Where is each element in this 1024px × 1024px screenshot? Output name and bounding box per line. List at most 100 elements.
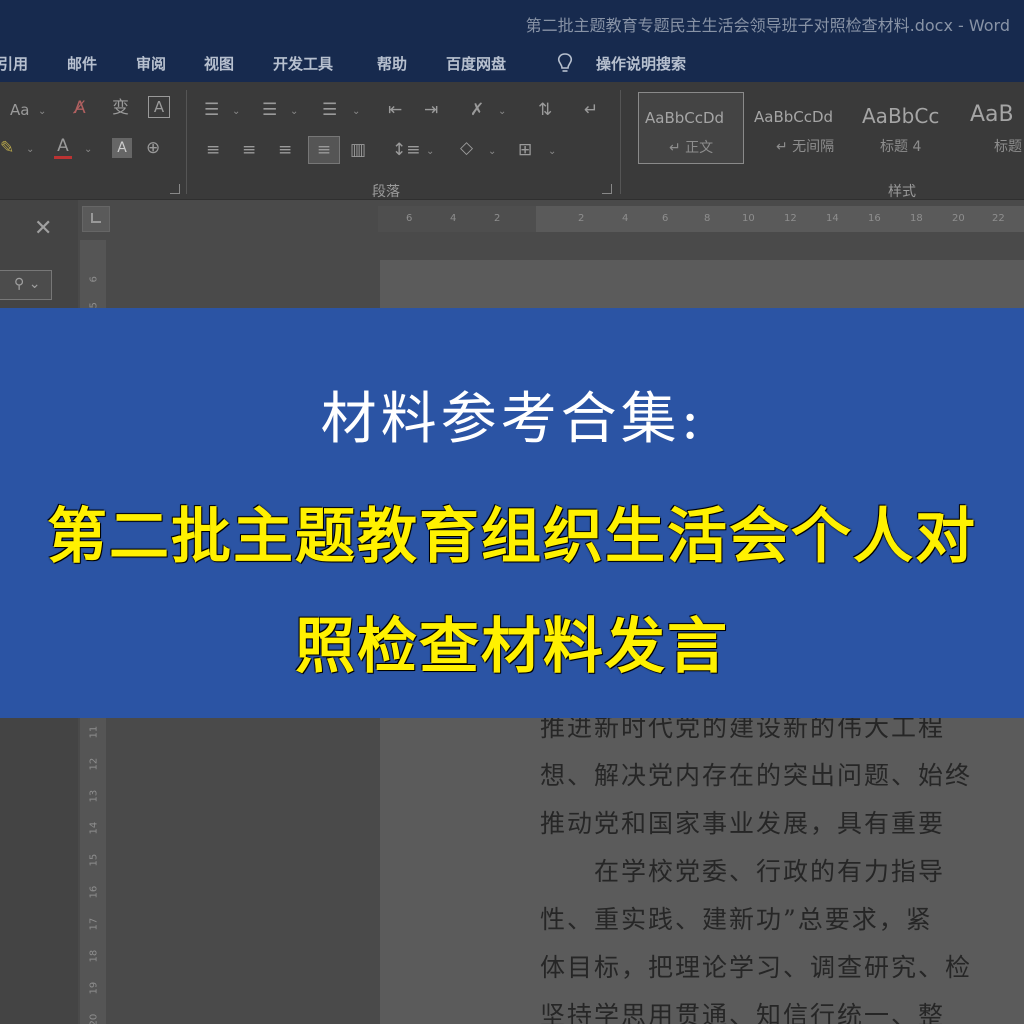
numbering-icon[interactable]: ☰	[262, 100, 277, 120]
menu-help[interactable]: 帮助	[377, 53, 407, 74]
ruler-tick: 2	[578, 213, 585, 224]
ribbon: Aa ⌄ A̸ 变 A ✎ ⌄ A ⌄ A ⊕ ☰ ⌄ ☰ ⌄ ☰ ⌄ ⇤ ⇥ …	[0, 82, 1024, 200]
distributed-icon[interactable]: ▥	[350, 140, 366, 160]
style-name: ↵ 无间隔	[776, 139, 835, 155]
chevron-down-icon: ⌄	[26, 144, 35, 155]
style-name: ↵ 正文	[669, 140, 714, 156]
styles-group-label: 样式	[888, 184, 916, 200]
ruler-tick: 13	[88, 789, 100, 803]
font-color-icon[interactable]: A	[54, 136, 72, 159]
asian-layout-icon[interactable]: ✗	[470, 100, 484, 120]
chevron-down-icon: ⌄	[498, 106, 507, 117]
align-right-icon[interactable]: ≡	[278, 140, 292, 160]
ruler-tick: 14	[88, 821, 100, 835]
horizontal-ruler[interactable]: 6 4 2 2 4 6 8 10 12 14 16 18 20 22	[378, 206, 1024, 232]
clear-format-icon[interactable]: A̸	[74, 98, 86, 118]
ruler-tick: 18	[910, 213, 923, 224]
style-sample: AaBbCcDd	[645, 109, 725, 127]
ruler-tick: 20	[952, 213, 965, 224]
ruler-tick: 10	[742, 213, 755, 224]
style-heading-4[interactable]: AaBbCc 标题 4	[858, 92, 964, 164]
chevron-down-icon: ⌄	[232, 106, 241, 117]
word-window: 第二批主题教育专题民主生活会领导班子对照检查材料.docx - Word 引用 …	[0, 0, 1024, 1024]
style-no-spacing[interactable]: AaBbCcDd ↵ 无间隔	[748, 92, 854, 164]
menu-mailings[interactable]: 邮件	[67, 53, 97, 74]
sort-icon[interactable]: ⇅	[538, 100, 552, 120]
ruler-tick: 22	[992, 213, 1005, 224]
align-center-icon[interactable]: ≡	[242, 140, 256, 160]
menu-bar: 引用 邮件 审阅 视图 开发工具 帮助 百度网盘 操作说明搜索	[0, 44, 1024, 82]
ruler-tick: 12	[784, 213, 797, 224]
line-spacing-icon[interactable]: ↕≡	[392, 140, 421, 160]
ruler-tick: 6	[88, 276, 100, 283]
ruler-tick: 19	[88, 981, 100, 995]
style-sample: AaBbCc	[862, 104, 940, 128]
character-shading-icon[interactable]: A	[112, 138, 132, 158]
ruler-tick: 11	[88, 725, 100, 739]
style-name: 标题	[994, 139, 1022, 155]
title-bar: 第二批主题教育专题民主生活会领导班子对照检查材料.docx - Word	[0, 0, 1024, 44]
chevron-down-icon: ⌄	[352, 106, 361, 117]
menu-references[interactable]: 引用	[0, 53, 28, 74]
ruler-tick: 6	[662, 213, 669, 224]
align-left-icon[interactable]: ≡	[206, 140, 220, 160]
ribbon-separator	[186, 90, 187, 194]
document-line: 体目标，把理论学习、调查研究、检	[540, 953, 973, 982]
ruler-tick: 14	[826, 213, 839, 224]
style-sample: AaBbCcDd	[754, 108, 834, 126]
decrease-indent-icon[interactable]: ⇤	[388, 100, 402, 120]
ruler-tick: 16	[88, 885, 100, 899]
show-marks-icon[interactable]: ↵	[584, 100, 598, 120]
font-dialog-launcher-icon[interactable]	[170, 184, 180, 194]
change-case-button[interactable]: Aa	[10, 100, 29, 120]
bullets-icon[interactable]: ☰	[204, 100, 219, 120]
document-line: 想、解决党内存在的突出问题、始终	[540, 761, 973, 790]
style-normal[interactable]: AaBbCcDd ↵ 正文	[638, 92, 744, 164]
menu-review[interactable]: 审阅	[136, 53, 166, 74]
ruler-margin	[378, 206, 536, 232]
ruler-tick: 5	[88, 302, 100, 309]
ruler-tick: 4	[622, 213, 629, 224]
document-line: 推动党和国家事业发展，具有重要	[540, 809, 946, 838]
increase-indent-icon[interactable]: ⇥	[424, 100, 438, 120]
chevron-down-icon: ⌄	[426, 146, 435, 157]
search-icon[interactable]: ⚲ ⌄	[0, 270, 52, 300]
multilevel-list-icon[interactable]: ☰	[322, 100, 337, 120]
highlight-icon[interactable]: ✎	[0, 138, 14, 158]
tab-selector[interactable]	[82, 206, 110, 232]
close-icon[interactable]: ✕	[34, 216, 52, 241]
justify-icon[interactable]: ≡	[308, 136, 340, 164]
ruler-tick: 17	[88, 917, 100, 931]
lightbulb-icon	[557, 53, 573, 72]
chevron-down-icon: ⌄	[488, 146, 497, 157]
ruler-tick: 18	[88, 949, 100, 963]
ruler-tick: 8	[704, 213, 711, 224]
character-border-icon[interactable]: A	[148, 96, 170, 118]
borders-icon[interactable]: ⊞	[518, 140, 532, 160]
banner-headline-line-1: 第二批主题教育组织生活会个人对	[47, 502, 977, 572]
paragraph-dialog-launcher-icon[interactable]	[602, 184, 612, 194]
enclose-characters-icon[interactable]: ⊕	[146, 138, 160, 158]
ruler-tick: 12	[88, 757, 100, 771]
ruler-tick: 20	[88, 1013, 100, 1024]
chevron-down-icon: ⌄	[290, 106, 299, 117]
ruler-tick: 6	[406, 213, 413, 224]
phonetic-guide-icon[interactable]: 变	[112, 98, 129, 118]
ribbon-separator	[620, 90, 621, 194]
menu-baidu-netdisk[interactable]: 百度网盘	[446, 53, 506, 74]
chevron-down-icon: ⌄	[84, 144, 93, 155]
style-heading[interactable]: AaB 标题	[966, 92, 1024, 164]
shading-icon[interactable]: ◇	[460, 138, 473, 158]
ruler-tick: 2	[494, 213, 501, 224]
ruler-tick: 16	[868, 213, 881, 224]
ruler-tick: 4	[450, 213, 457, 224]
document-line: 在学校党委、行政的有力指导	[540, 857, 946, 886]
menu-developer[interactable]: 开发工具	[273, 53, 333, 74]
paragraph-group-label: 段落	[372, 184, 400, 200]
tell-me-search[interactable]: 操作说明搜索	[596, 53, 686, 74]
menu-view[interactable]: 视图	[204, 53, 234, 74]
document-line: 性、重实践、建新功”总要求，紧	[540, 905, 933, 934]
document-line: 坚持学思用贯通、知信行统一、整	[540, 1001, 946, 1024]
chevron-down-icon: ⌄	[38, 106, 47, 117]
ruler-tick: 15	[88, 853, 100, 867]
